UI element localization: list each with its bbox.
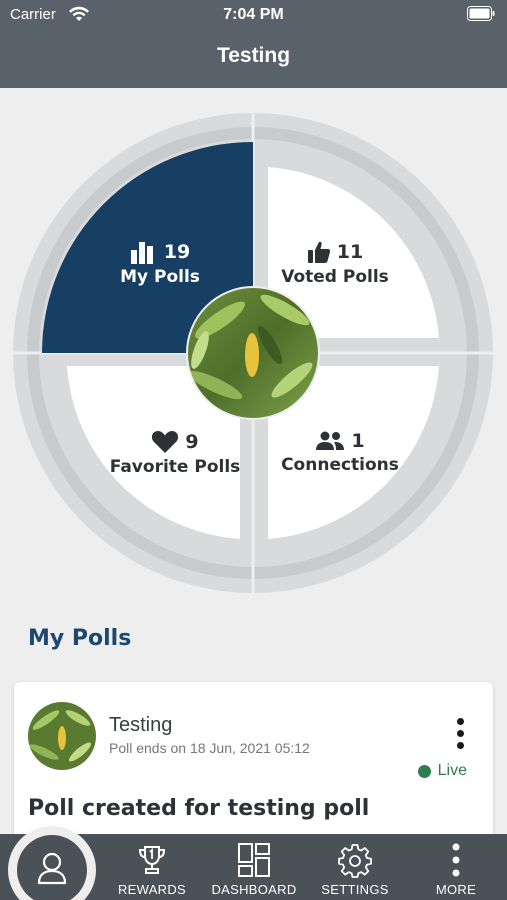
connections-label: Connections (281, 455, 399, 475)
more-options-icon[interactable] (453, 718, 467, 754)
poll-thumbnail (28, 702, 96, 770)
dashboard-wheel (13, 113, 493, 593)
clock: 7:04 PM (223, 6, 284, 23)
tab-settings[interactable]: SETTINGS (312, 834, 398, 900)
voted-polls-tile[interactable]: 11 Voted Polls (270, 240, 400, 287)
tab-settings-label: SETTINGS (321, 882, 389, 897)
battery-icon (467, 6, 495, 21)
tab-more-label: MORE (435, 882, 477, 897)
more-vertical-icon (452, 843, 460, 877)
poll-question: Poll created for testing poll (28, 796, 370, 821)
favorite-polls-label: Favorite Polls (109, 457, 241, 477)
poll-title: Testing (109, 714, 173, 736)
favorite-polls-count: 9 (185, 431, 199, 453)
poll-end-date: Poll ends on 18 Jun, 2021 05:12 (109, 740, 310, 756)
tab-rewards[interactable]: REWARDS (110, 834, 194, 900)
tab-dashboard-label: DASHBOARD (211, 882, 297, 897)
nav-bar: Testing (0, 30, 507, 88)
section-title: My Polls (28, 626, 132, 651)
heart-icon (152, 431, 179, 453)
page-title: Testing (216, 44, 291, 67)
voted-polls-label: Voted Polls (281, 267, 389, 287)
my-polls-count: 19 (163, 241, 191, 263)
tab-dashboard[interactable]: DASHBOARD (202, 834, 306, 900)
users-icon (316, 431, 345, 450)
thumbs-up-icon (307, 241, 330, 263)
voted-polls-count: 11 (336, 241, 364, 263)
status-label: Live (437, 762, 467, 779)
trophy-icon (138, 846, 166, 874)
status-bar: Carrier 7:04 PM (0, 0, 507, 30)
bar-chart-icon (130, 242, 153, 264)
tab-more[interactable]: MORE (414, 834, 498, 900)
my-polls-tile[interactable]: 19 My Polls (110, 240, 210, 287)
dashboard-grid-icon (238, 843, 270, 877)
favorite-polls-tile[interactable]: 9 Favorite Polls (100, 430, 250, 477)
status-badge: Live (417, 762, 467, 780)
profile-button[interactable] (8, 826, 96, 900)
my-polls-label: My Polls (120, 267, 200, 287)
connections-tile[interactable]: 1 Connections (270, 430, 410, 475)
tab-rewards-label: REWARDS (117, 882, 187, 897)
user-icon (37, 852, 67, 885)
connections-count: 1 (351, 430, 365, 452)
gear-icon (338, 844, 372, 878)
live-dot-icon (417, 764, 431, 778)
